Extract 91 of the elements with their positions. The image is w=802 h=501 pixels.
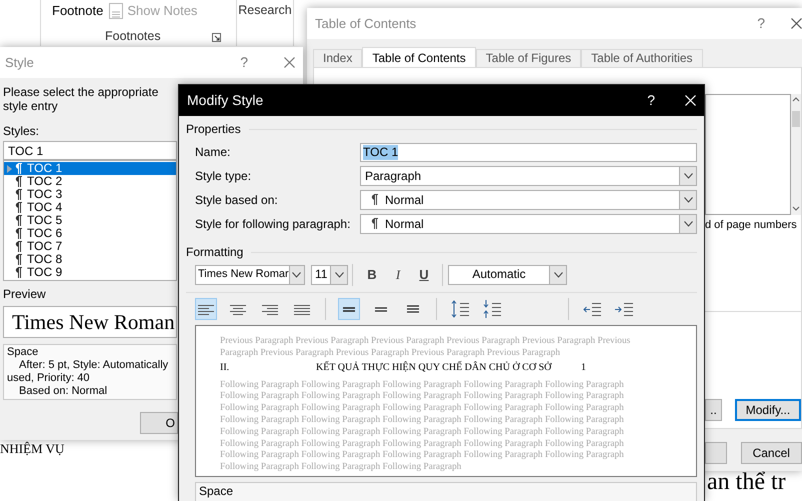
chevron-down-icon[interactable] [684, 221, 692, 227]
tab[interactable]: Table of Figures [476, 49, 582, 67]
field-label: Name: [195, 145, 232, 160]
style-name-field[interactable]: TOC 1 [3, 141, 177, 160]
heading-number: II. [220, 362, 230, 374]
heading-text: KẾT QUẢ THỰC HIỆN QUY CHẾ DÂN CHỦ Ở CƠ SỞ [316, 362, 553, 374]
paragraph-icon [371, 218, 378, 230]
help-button[interactable]: ? [757, 15, 765, 32]
field-label: Style for following paragraph: [195, 216, 352, 232]
preview-text: Times New Roman [12, 310, 175, 334]
style-list-item[interactable]: TOC 7 [4, 240, 176, 254]
spacing-icon [450, 299, 470, 319]
section-label: Preview [3, 287, 46, 302]
heading-text: NHIỆM VỤ [0, 441, 64, 457]
font-dropdown[interactable]: Times New Romar [195, 264, 305, 284]
style-list-item[interactable]: TOC 4 [4, 201, 176, 214]
spacing-icon [482, 299, 502, 319]
following-paragraph-text: Following Paragraph Following Paragraph Following Paragraph Following Paragraph Following Paragraph Following Paragraph Following Paragraph Following Paragraph Following Paragraph Following Paragraph Following Paragraph Following Paragraph Following Paragraph Following Paragraph Following Paragraph Following Paragraph Following Paragraph Following Paragraph Following Paragraph Following Paragraph Following Paragraph Following Paragraph Following Paragraph Following Paragraph Following Paragraph Following Paragraph Following Paragraph Following Paragraph Following Paragraph Following Paragraph Following Paragraph Following Paragraph Following Paragraph Following Paragraph Following Paragraph Following Paragraph Following Paragraph Following Paragraph [220, 380, 625, 474]
tab[interactable]: Index [313, 49, 362, 67]
paragraph-icon [15, 267, 22, 278]
chevron-down-icon[interactable] [334, 272, 344, 278]
description-line: After: 5 pt, Style: Automatically [19, 358, 168, 372]
align-left-button[interactable] [195, 298, 217, 320]
window-title: Modify Style [187, 92, 264, 109]
style-list-item[interactable]: TOC 8 [4, 253, 176, 266]
paragraph-icon [15, 241, 22, 252]
paragraph-icon [15, 163, 22, 174]
cancel-button[interactable]: Cancel [740, 442, 802, 464]
prompt-text: Please select the appropriate style entry [3, 85, 160, 113]
body-text: an thể tr [707, 468, 786, 497]
paragraph-icon [15, 215, 22, 226]
name-field[interactable]: TOC 1 [360, 143, 697, 162]
group-label: Footnotes [105, 29, 161, 44]
launcher-icon[interactable] [212, 33, 221, 42]
format-button[interactable]: B [359, 266, 385, 282]
line-spacing-icon [407, 305, 419, 313]
paragraph-icon [15, 176, 22, 188]
section-label: Formatting [186, 244, 244, 260]
paragraph-icon [15, 202, 22, 214]
field-label: Style type: [195, 168, 252, 184]
option-text: d of page numbers [705, 219, 797, 232]
triangle-icon [7, 164, 12, 173]
style-list-item[interactable]: TOC 1 [4, 162, 176, 176]
page-number: 1 [581, 362, 586, 374]
tab[interactable]: Table of Authorities [581, 49, 703, 67]
chevron-down-icon[interactable] [684, 173, 692, 179]
dropdown[interactable]: Normal [360, 214, 697, 234]
paragraph-icon [371, 194, 378, 206]
ribbon-button[interactable]: Footnote [52, 3, 104, 19]
line-spacing-icon [343, 306, 355, 312]
description-line: Space [7, 346, 38, 359]
style-list-item[interactable]: TOC 3 [4, 188, 176, 202]
scrollbar[interactable] [791, 94, 801, 215]
line-spacing-button[interactable] [338, 298, 360, 320]
format-button[interactable]: I [385, 266, 411, 282]
spacing-increase-button[interactable] [449, 298, 471, 320]
close-icon[interactable] [791, 18, 802, 29]
color-dropdown[interactable]: Automatic [448, 264, 567, 284]
style-list-item[interactable]: TOC 9 [4, 266, 176, 280]
field-label: Styles: [3, 124, 40, 138]
description-line: Space [199, 484, 234, 498]
notes-icon [109, 3, 124, 19]
size-dropdown[interactable]: 11 [311, 264, 348, 284]
spacing-decrease-button[interactable] [481, 298, 503, 320]
dropdown[interactable]: Paragraph [360, 166, 697, 186]
format-button[interactable]: U [411, 266, 437, 282]
window-title: Table of Contents [315, 16, 416, 32]
style-list-item[interactable]: TOC 5 [4, 214, 176, 228]
tab[interactable]: Table of Contents [362, 47, 476, 67]
dialog-button[interactable]: .. [705, 399, 722, 422]
description-line: used, Priority: 40 [7, 372, 90, 385]
previous-paragraph-text: Previous Paragraph Previous Paragraph Previous Paragraph Previous Paragraph Previous Paragraph Previous Paragraph Previous Paragraph Previous Paragraph Previous Paragraph Previous Paragraph [220, 336, 632, 360]
style-list-item[interactable]: TOC 2 [4, 175, 176, 188]
description-line: Based on: Normal [19, 384, 108, 398]
paragraph-icon [15, 228, 22, 240]
dialog-button[interactable]: Modify... [735, 399, 801, 422]
chevron-down-icon[interactable] [684, 197, 692, 203]
field-label: Style based on: [195, 192, 279, 208]
window-title: Style [5, 54, 34, 70]
paragraph-icon [15, 189, 22, 200]
help-button[interactable]: ? [240, 54, 248, 71]
group-label: Research [238, 3, 292, 18]
ok-button[interactable]: O [140, 412, 178, 434]
paragraph-icon [15, 254, 22, 266]
help-button[interactable]: ? [647, 92, 655, 109]
section-label: Properties [186, 122, 241, 136]
chevron-down-icon[interactable] [292, 272, 302, 278]
chevron-down-icon[interactable] [554, 272, 562, 278]
line-spacing-icon [375, 306, 387, 312]
style-list-item[interactable]: TOC 6 [4, 227, 176, 240]
dropdown[interactable]: Normal [360, 190, 697, 210]
